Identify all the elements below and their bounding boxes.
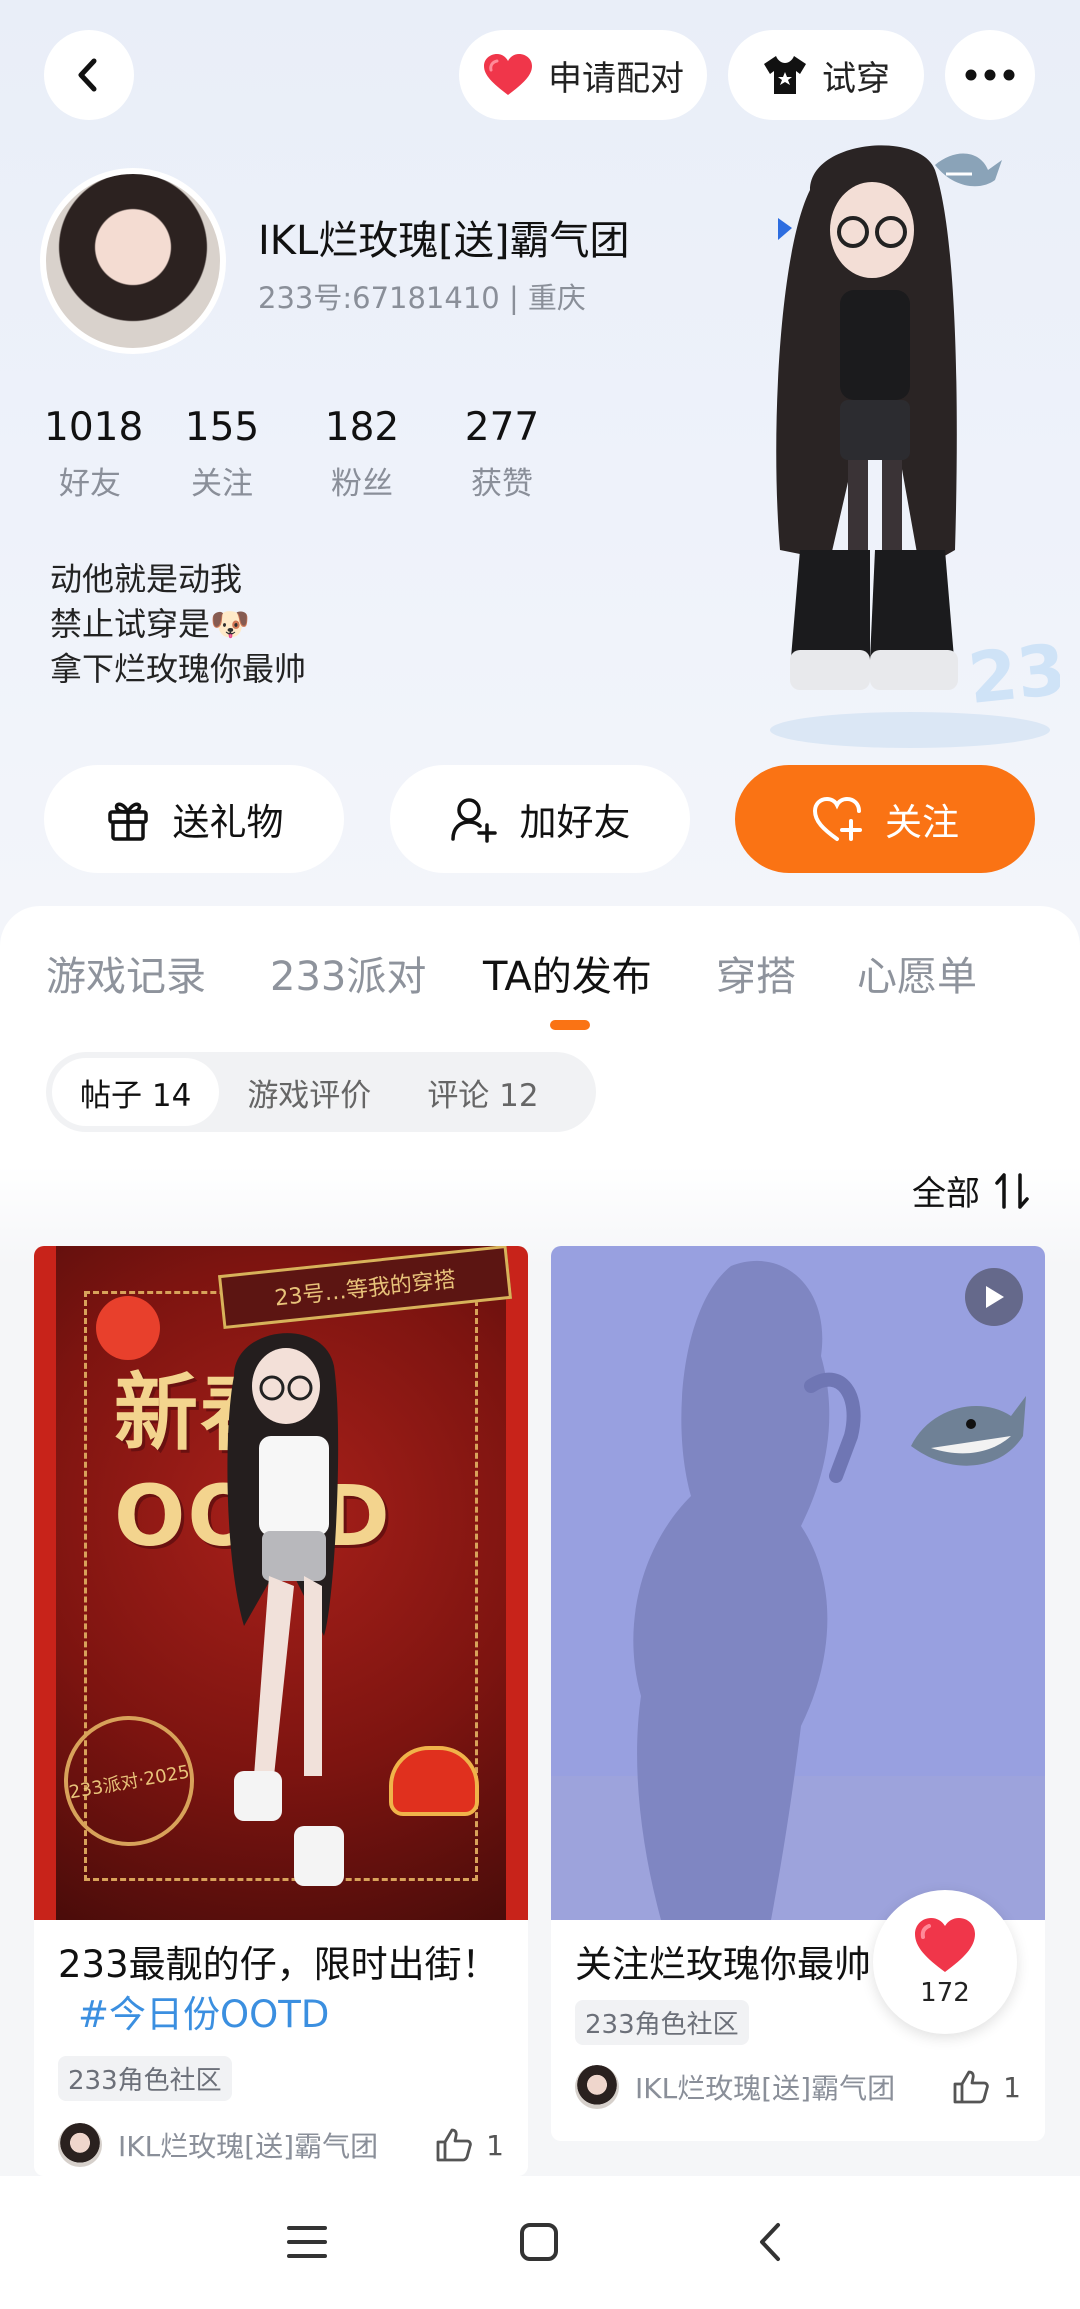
author-avatar[interactable] bbox=[58, 2123, 102, 2167]
post-author-row: IKL烂玫瑰[送]霸气团 1 bbox=[575, 2065, 1021, 2109]
add-friend-button[interactable]: 加好友 bbox=[390, 765, 690, 873]
stat-friends[interactable]: 1018 好友 bbox=[44, 405, 144, 503]
tab-outfits[interactable]: 穿搭 bbox=[716, 944, 796, 1002]
stat-likes[interactable]: 277 获赞 bbox=[462, 405, 542, 503]
post-author-row: IKL烂玫瑰[送]霸气团 1 bbox=[58, 2123, 504, 2167]
author-avatar[interactable] bbox=[575, 2065, 619, 2109]
follow-label: 关注 bbox=[885, 801, 959, 844]
community-tag[interactable]: 233角色社区 bbox=[58, 2056, 232, 2101]
home-icon[interactable] bbox=[519, 2222, 559, 2262]
floating-like-button[interactable]: 172 bbox=[873, 1890, 1017, 2034]
post-title: 233最靓的仔，限时出街！ #今日份OOTD bbox=[58, 1940, 504, 2040]
play-icon bbox=[986, 1286, 1004, 1308]
like-count: 1 bbox=[1003, 2070, 1021, 2104]
red-envelope-icon bbox=[389, 1746, 479, 1816]
character-silhouette bbox=[633, 1260, 861, 1920]
nickname: IKL烂玫瑰[送]霸气团 bbox=[258, 218, 630, 264]
match-request-button[interactable]: 申请配对 bbox=[459, 30, 707, 120]
stat-value: 155 bbox=[184, 405, 260, 450]
stat-label: 好友 bbox=[59, 466, 121, 502]
user-id-location: 233号:67181410 | 重庆 bbox=[258, 281, 586, 315]
segment-game-reviews[interactable]: 游戏评价 bbox=[219, 1058, 399, 1126]
post-card[interactable]: 23号…等我的穿搭 新春OOTD 233派对·2025 233最靓的仔，限时出街… bbox=[34, 1246, 528, 2176]
segment-posts[interactable]: 帖子 14 bbox=[52, 1058, 220, 1126]
avatar-character: 233 bbox=[720, 130, 1080, 770]
tshirt-icon bbox=[764, 56, 806, 94]
send-gift-button[interactable]: 送礼物 bbox=[44, 765, 344, 873]
thumbs-up-icon[interactable] bbox=[436, 2128, 472, 2162]
bio-line: 拿下烂玫瑰你最帅 bbox=[50, 650, 307, 688]
author-name[interactable]: IKL烂玫瑰[送]霸气团 bbox=[635, 2067, 953, 2107]
stats-row: 1018 好友 155 关注 182 粉丝 277 获赞 bbox=[44, 405, 542, 503]
tab-233-party[interactable]: 233派对 bbox=[270, 944, 426, 1002]
shark-icon bbox=[911, 1396, 1026, 1466]
post-title-text: 233最靓的仔，限时出街！ bbox=[58, 1943, 499, 1986]
character-figure bbox=[227, 1333, 344, 1886]
floating-like-count: 172 bbox=[920, 1978, 970, 2008]
system-nav-bar bbox=[0, 2176, 1080, 2309]
menu-icon[interactable] bbox=[287, 2222, 327, 2262]
svg-text:233: 233 bbox=[964, 623, 1060, 720]
send-gift-label: 送礼物 bbox=[172, 801, 284, 844]
segment-comments[interactable]: 评论 12 bbox=[399, 1058, 566, 1126]
play-button[interactable] bbox=[965, 1268, 1023, 1326]
stat-label: 关注 bbox=[191, 466, 253, 502]
bio-line: 动他就是动我 bbox=[50, 560, 243, 598]
stat-label: 粉丝 bbox=[331, 466, 393, 502]
stat-value: 1018 bbox=[44, 405, 144, 450]
back-button[interactable] bbox=[44, 30, 134, 120]
back-icon[interactable] bbox=[754, 2222, 786, 2262]
post-image bbox=[551, 1246, 1045, 1920]
post-hashtag[interactable]: #今日份OOTD bbox=[78, 1993, 329, 2036]
like-count: 1 bbox=[486, 2128, 504, 2162]
heart-plus-icon bbox=[812, 796, 862, 841]
tab-game-records[interactable]: 游戏记录 bbox=[46, 944, 206, 1002]
post-type-segment: 帖子 14 游戏评价 评论 12 bbox=[46, 1052, 596, 1132]
post-body: 233最靓的仔，限时出街！ #今日份OOTD 233角色社区 IKL烂玫瑰[送]… bbox=[34, 1920, 528, 2167]
tab-posts[interactable]: TA的发布 bbox=[483, 944, 652, 1002]
post-image: 23号…等我的穿搭 新春OOTD 233派对·2025 bbox=[34, 1246, 528, 1920]
post-tag-row: 233角色社区 bbox=[58, 2056, 504, 2101]
match-request-label: 申请配对 bbox=[548, 58, 684, 99]
gift-icon bbox=[107, 802, 148, 841]
stat-following[interactable]: 155 关注 bbox=[182, 405, 262, 503]
try-on-label: 试穿 bbox=[822, 58, 890, 99]
try-on-button[interactable]: 试穿 bbox=[728, 30, 924, 120]
add-friend-label: 加好友 bbox=[519, 801, 631, 844]
thumbs-up-icon[interactable] bbox=[953, 2070, 989, 2104]
community-tag[interactable]: 233角色社区 bbox=[575, 2000, 749, 2045]
follow-button[interactable]: 关注 bbox=[735, 765, 1035, 873]
tab-wishlist[interactable]: 心愿单 bbox=[857, 944, 977, 1002]
heart-icon bbox=[484, 54, 532, 95]
more-button[interactable] bbox=[945, 30, 1035, 120]
stat-label: 获赞 bbox=[471, 466, 533, 502]
stat-value: 277 bbox=[464, 405, 540, 450]
stat-value: 182 bbox=[324, 405, 400, 450]
bio-line: 禁止试穿是🐶 bbox=[50, 605, 250, 643]
sort-filter[interactable]: 全部 bbox=[912, 1166, 1032, 1215]
tab-indicator bbox=[550, 1020, 590, 1030]
sort-icon bbox=[995, 1172, 1029, 1209]
avatar[interactable] bbox=[40, 168, 226, 354]
chevron-left-icon bbox=[78, 58, 97, 92]
heart-icon bbox=[915, 1918, 975, 1972]
stat-followers[interactable]: 182 粉丝 bbox=[322, 405, 402, 503]
author-name[interactable]: IKL烂玫瑰[送]霸气团 bbox=[118, 2125, 436, 2165]
bio: 动他就是动我 禁止试穿是🐶 拿下烂玫瑰你最帅 bbox=[50, 557, 306, 692]
more-dots-icon bbox=[965, 69, 1015, 81]
add-user-icon bbox=[450, 798, 497, 843]
sort-label: 全部 bbox=[912, 1174, 980, 1214]
